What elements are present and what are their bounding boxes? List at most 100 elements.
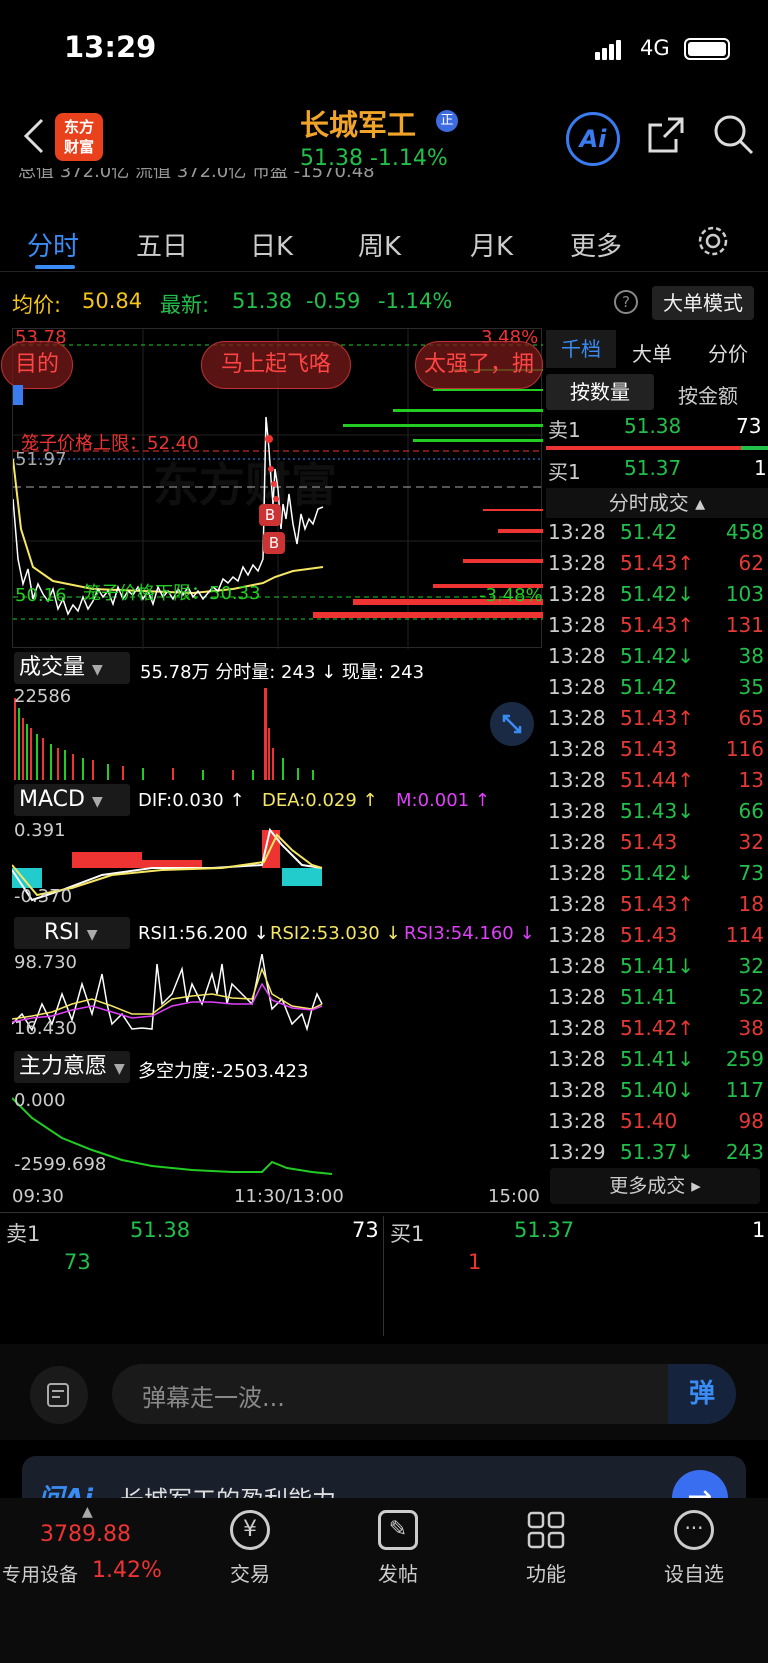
trade-qty: 243 (725, 1140, 764, 1164)
nav-trade[interactable]: ¥ 交易 (200, 1510, 300, 1587)
search-icon[interactable] (712, 113, 756, 157)
trades-title[interactable]: 分时成交 ▴ (546, 488, 768, 518)
ai-button[interactable]: Ai (566, 112, 620, 166)
trade-price: 51.37↓ (620, 1140, 695, 1164)
more-trades-button[interactable]: 更多成交 ▸ (550, 1168, 760, 1204)
big-order-mode-button[interactable]: 大单模式 (652, 286, 754, 320)
danmaku-bubble-2[interactable]: 马上起飞咯 (201, 341, 351, 389)
tab-qiandang[interactable]: 千档 (546, 330, 616, 368)
trade-qty: 32 (738, 954, 764, 978)
back-icon[interactable] (22, 118, 46, 154)
trade-price: 51.43↑ (620, 892, 695, 916)
trade-row: 13:28 51.42↓ 38 (546, 644, 768, 675)
zhuli-bottom: -2599.698 (14, 1154, 107, 1175)
trade-row: 13:28 51.43↑ 18 (546, 892, 768, 923)
cage-lower-limit: 笼子价格下限：50.33 (83, 583, 261, 604)
buy-marker-2[interactable]: B (263, 532, 285, 554)
macd-chart: 0.391 -0.370 (11, 820, 542, 914)
trade-price: 51.40↓ (620, 1078, 695, 1102)
trade-time: 13:28 (548, 1078, 606, 1102)
intraday-chart[interactable]: 53.78 51.97 50.16 3.48% -3.48% 笼子价格上限：52… (1, 327, 543, 649)
trade-row: 13:28 51.43 116 (546, 737, 768, 768)
danmaku-bubble-3[interactable]: 太强了，拥 (415, 341, 543, 389)
trade-qty: 38 (738, 644, 764, 668)
by-amount-button[interactable]: 按金额 (678, 380, 738, 409)
trade-time: 13:29 (548, 1140, 606, 1164)
trade-qty: 65 (738, 706, 764, 730)
trade-time: 13:28 (548, 954, 606, 978)
trade-price: 51.43 (620, 830, 678, 854)
watermark: 东方财富 (153, 458, 337, 512)
barrage-input[interactable]: 弹幕走一波... 弹 (112, 1364, 736, 1424)
danmaku-bubble-1[interactable]: 目的 (1, 341, 73, 389)
expand-icon[interactable] (490, 702, 534, 746)
trade-time: 13:28 (548, 861, 606, 885)
tab-five-day[interactable]: 五日 (136, 226, 188, 263)
app-logo: 东方 财富 (55, 113, 103, 161)
volume-selector[interactable]: 成交量 ▼ (14, 652, 130, 684)
trade-qty: 35 (738, 675, 764, 699)
trade-time: 13:28 (548, 1109, 606, 1133)
volume-max: 22586 (14, 686, 72, 707)
tab-dadan[interactable]: 大单 (632, 338, 672, 367)
tab-daily-k[interactable]: 日K (250, 226, 293, 263)
app-screen: 13:29 4G 东方 财富 长城军工 正 51.38 -1.14% Ai 总值 … (0, 0, 768, 1663)
settings-gear-icon[interactable] (696, 224, 730, 258)
tab-more[interactable]: 更多 (570, 226, 622, 263)
avg-value: 50.84 (82, 289, 143, 313)
trade-price: 51.43↑ (620, 613, 695, 637)
tab-monthly-k[interactable]: 月K (470, 226, 513, 263)
trade-price: 51.42↓ (620, 582, 695, 606)
tab-intraday[interactable]: 分时 (27, 226, 79, 263)
period-tabs: 分时 五日 日K 周K 月K 更多 (0, 212, 768, 272)
nav-add-watchlist[interactable]: ··· 设自选 (644, 1510, 744, 1587)
macd-m: M:0.001 ↑ (396, 790, 490, 811)
buy-marker-1[interactable]: B (259, 504, 281, 526)
divider (0, 1212, 768, 1213)
barrage-send-button[interactable]: 弹 (668, 1364, 736, 1424)
trade-row: 13:28 51.40↓ 117 (546, 1078, 768, 1109)
rsi3-value: RSI3:54.160 ↓ (404, 923, 535, 944)
tab-fenjia[interactable]: 分价 (708, 338, 748, 367)
active-tab-indicator (35, 265, 75, 269)
nav-post[interactable]: ✎ 发帖 (348, 1510, 448, 1587)
tab-weekly-k[interactable]: 周K (358, 226, 401, 263)
zhuli-chart: 0.000 -2599.698 (11, 1088, 542, 1184)
nav-functions[interactable]: 功能 (496, 1510, 596, 1587)
macd-dif: DIF:0.030 ↑ (138, 790, 245, 811)
by-quantity-button[interactable]: 按数量 (546, 374, 654, 410)
trade-price: 51.42↑ (620, 1016, 695, 1040)
trade-row: 13:28 51.43 114 (546, 923, 768, 954)
macd-top: 0.391 (14, 820, 66, 841)
trade-qty: 131 (725, 613, 764, 637)
y-axis-bottom: 50.16 (15, 585, 67, 606)
index-value[interactable]: 3789.88 (40, 1522, 131, 1547)
zhuli-selector[interactable]: 主力意愿 ▼ (14, 1051, 130, 1083)
barrage-settings-icon[interactable] (30, 1366, 88, 1424)
rsi-chart: 98.730 16.430 (11, 952, 542, 1048)
trade-time: 13:28 (548, 768, 606, 792)
ask-depth-panel: 卖1 51.38 73 73 (0, 1216, 384, 1336)
trade-row: 13:28 51.44↑ 13 (546, 768, 768, 799)
trade-price: 51.43↑ (620, 551, 695, 575)
caret-up-icon: ▲ (82, 1504, 93, 1520)
trade-qty: 32 (738, 830, 764, 854)
trade-row: 13:28 51.43 32 (546, 830, 768, 861)
share-icon[interactable] (646, 115, 686, 155)
trade-price: 51.42↓ (620, 644, 695, 668)
rsi-selector[interactable]: RSI ▼ (14, 917, 130, 949)
sub-info: 总值 372.0亿 流值 372.0亿 市盈 -1570.48 (18, 168, 375, 182)
macd-selector[interactable]: MACD ▼ (14, 784, 130, 816)
trade-price: 51.43 (620, 923, 678, 947)
help-icon[interactable]: ? (614, 290, 638, 314)
stock-name[interactable]: 长城军工 (300, 102, 416, 144)
trade-row: 13:28 51.40 98 (546, 1109, 768, 1140)
right-panel-tabs: 千档 大单 分价 (546, 330, 768, 370)
trade-row: 13:29 51.37↓ 243 (546, 1140, 768, 1171)
rsi-bottom: 16.430 (14, 1018, 77, 1039)
trade-row: 13:28 51.41↓ 259 (546, 1047, 768, 1078)
change-value: -0.59 (306, 289, 361, 313)
macd-bottom: -0.370 (14, 886, 73, 907)
trade-price: 51.43↑ (620, 706, 695, 730)
ask1-row: 卖1 51.38 73 (548, 414, 762, 442)
